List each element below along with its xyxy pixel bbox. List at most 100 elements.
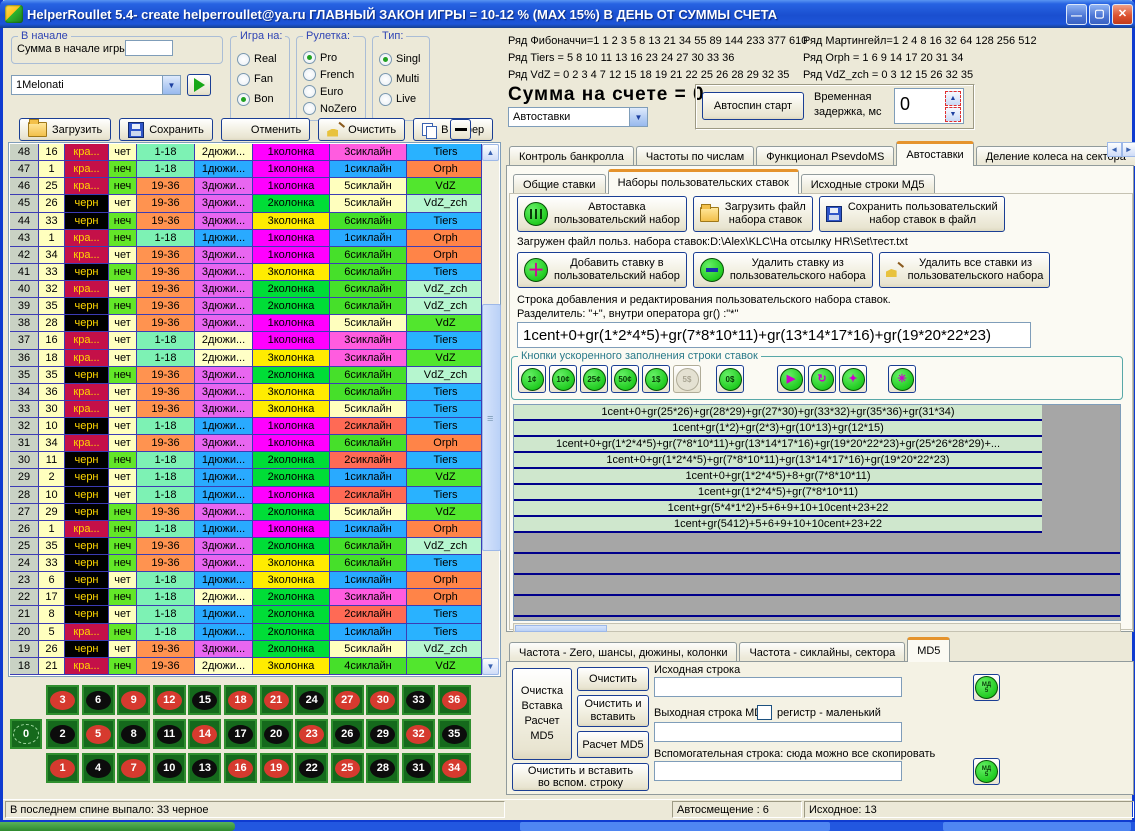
table-row[interactable]: 3535черннеч19-363дюжи...2колонка6сиклайн… (10, 367, 482, 384)
board-number-29[interactable]: 29 (366, 719, 399, 749)
tab-scroll-left-icon[interactable]: ◄ (1107, 142, 1122, 157)
start-sum-input[interactable] (125, 40, 173, 56)
table-row[interactable]: 261кра...неч1-181дюжи...1колонка1сиклайн… (10, 521, 482, 538)
board-number-25[interactable]: 25 (331, 753, 364, 783)
table-row[interactable]: 4133черннеч19-363дюжи...3колонка6сиклайн… (10, 264, 482, 281)
table-row[interactable]: 3210чернчет1-181дюжи...1колонка2сиклайнT… (10, 418, 482, 435)
board-number-19[interactable]: 19 (260, 753, 293, 783)
md5-clear-insert-calc-button[interactable]: Очистка Вставка Расчет MD5 (512, 668, 572, 760)
table-row[interactable]: 3134кра...чет19-363дюжи...1колонка6сикла… (10, 435, 482, 452)
set-button-2[interactable]: Сохранить пользовательский набор ставок … (819, 196, 1005, 232)
board-number-24[interactable]: 24 (295, 685, 328, 715)
quick-10cent-button[interactable]: 10¢ (549, 365, 577, 393)
spinner-up-icon[interactable]: ▲ (945, 91, 961, 106)
edit-button-2[interactable]: Удалить все ставки из пользовательского … (879, 252, 1051, 288)
table-row[interactable]: 471кра...неч1-181дюжи...1колонка1сиклайн… (10, 161, 482, 178)
board-number-17[interactable]: 17 (224, 719, 257, 749)
start-button-fragment[interactable] (0, 822, 235, 831)
bet-list-item[interactable]: 1cent+gr(5*4*1*2)+5+6+9+10+10cent+23+22 (514, 501, 1042, 517)
hscrollbar-thumb[interactable] (515, 625, 607, 632)
bottomtab-частота-сиклайны-сектора[interactable]: Частота - сиклайны, сектора (739, 642, 905, 662)
edit-button-1[interactable]: Удалить ставку из пользовательского набо… (693, 252, 873, 288)
chevron-down-icon[interactable]: ▼ (162, 76, 180, 94)
board-number-3[interactable]: 3 (46, 685, 79, 715)
board-number-1[interactable]: 1 (46, 753, 79, 783)
board-number-23[interactable]: 23 (295, 719, 328, 749)
board-number-26[interactable]: 26 (331, 719, 364, 749)
bet-list-item[interactable]: 1cent+0+gr(1*2*4*5)+gr(7*8*10*11)+gr(13*… (514, 453, 1042, 469)
chevron-down-icon[interactable]: ▼ (629, 108, 647, 126)
button-отменить[interactable]: Отменить (221, 118, 310, 141)
table-row[interactable]: 3618кра...чет1-182дюжи...3колонка3сиклай… (10, 350, 482, 367)
md5-aux-input[interactable] (654, 761, 902, 781)
board-number-30[interactable]: 30 (366, 685, 399, 715)
tab-автоставки[interactable]: Автоставки (896, 141, 973, 166)
quick-star-button[interactable]: ✦ (839, 365, 867, 393)
tab-scroll-right-icon[interactable]: ► (1122, 142, 1135, 157)
board-number-0[interactable]: 0 (10, 719, 42, 749)
table-row[interactable]: 2810чернчет1-181дюжи...1колонка2сиклайнT… (10, 487, 482, 504)
bet-list-item[interactable]: 1cent+0+gr(1*2*4*5)+gr(7*8*10*11)+gr(13*… (514, 437, 1042, 453)
table-row[interactable]: 3935черннеч19-363дюжи...2колонка6сиклайн… (10, 298, 482, 315)
table-row[interactable]: 3011черннеч1-181дюжи...2колонка2сиклайнT… (10, 452, 482, 469)
md5-calc-source-button[interactable]: МД 5 (973, 674, 1000, 701)
md5-calc-button[interactable]: Расчет MD5 (577, 731, 649, 758)
button-очистить[interactable]: Очистить (318, 118, 405, 141)
md5-output-input[interactable] (654, 722, 902, 742)
scrollbar-thumb[interactable] (482, 304, 501, 551)
quick-1cent-button[interactable]: 1¢ (518, 365, 546, 393)
table-row[interactable]: 4625кра...неч19-363дюжи...1колонка5сикла… (10, 178, 482, 195)
bet-list-item[interactable]: 1cent+0+gr(25*26)+gr(28*29)+gr(27*30)+gr… (514, 405, 1042, 421)
scroll-down-icon[interactable]: ▼ (482, 658, 499, 675)
spinner-down-icon[interactable]: ▼ (945, 107, 961, 122)
board-number-36[interactable]: 36 (438, 685, 471, 715)
table-row[interactable]: 3436кра...чет19-363дюжи...3колонка6сикла… (10, 384, 482, 401)
board-number-15[interactable]: 15 (188, 685, 221, 715)
board-number-34[interactable]: 34 (438, 753, 471, 783)
table-row[interactable]: 1821кра...неч19-362дюжи...3колонка4сикла… (10, 658, 482, 675)
table-row[interactable]: 1926чернчет19-363дюжи...2колонка5сиклайн… (10, 641, 482, 658)
radio-roul-euro[interactable]: Euro (303, 83, 363, 100)
md5-clear-button[interactable]: Очистить (577, 667, 649, 691)
scroll-up-icon[interactable]: ▲ (482, 144, 499, 161)
board-number-6[interactable]: 6 (82, 685, 115, 715)
bottomtab-md5[interactable]: MD5 (907, 637, 950, 662)
bottomtab-частота-zero-шансы-дюжины-колонки[interactable]: Частота - Zero, шансы, дюжины, колонки (509, 642, 737, 662)
md5-clear-aux-button[interactable]: Очистить и вставить во вспом. строку (512, 763, 649, 791)
radio-type-live[interactable]: Live (379, 89, 427, 109)
table-row[interactable]: 205кра...неч1-181дюжи...2колонка1сиклайн… (10, 624, 482, 641)
board-number-4[interactable]: 4 (82, 753, 115, 783)
radio-game-real[interactable]: Real (237, 49, 287, 69)
run-preset-button[interactable] (187, 74, 211, 96)
board-number-7[interactable]: 7 (117, 753, 150, 783)
taskbar-window-button[interactable] (943, 822, 1131, 831)
table-row[interactable]: 292чернчет1-181дюжи...2колонка1сиклайнVd… (10, 469, 482, 486)
subtab-исходные-строки-мд5[interactable]: Исходные строки МД5 (801, 174, 935, 194)
subtab-общие-ставки[interactable]: Общие ставки (513, 174, 606, 194)
md5-clear-insert-button[interactable]: Очистить и вставить (577, 695, 649, 727)
board-number-2[interactable]: 2 (46, 719, 79, 749)
close-button[interactable]: ✕ (1112, 4, 1133, 25)
bet-list-item[interactable]: 1cent+gr(5412)+5+6+9+10+10cent+23+22 (514, 517, 1042, 533)
board-number-14[interactable]: 14 (188, 719, 221, 749)
table-row[interactable]: 2729черннеч19-363дюжи...2колонка5сиклайн… (10, 504, 482, 521)
taskbar-window-button[interactable] (520, 822, 830, 831)
radio-type-singl[interactable]: Singl (379, 49, 427, 69)
board-number-5[interactable]: 5 (82, 719, 115, 749)
maximize-button[interactable]: ▢ (1089, 4, 1110, 25)
board-number-33[interactable]: 33 (402, 685, 435, 715)
board-number-8[interactable]: 8 (117, 719, 150, 749)
lowercase-checkbox[interactable] (757, 705, 772, 720)
quick-25cent-button[interactable]: 25¢ (580, 365, 608, 393)
table-row[interactable]: 3716кра...чет1-182дюжи...1колонка3сиклай… (10, 332, 482, 349)
edit-button-0[interactable]: ＋Добавить ставку в пользовательский набо… (517, 252, 687, 288)
board-number-12[interactable]: 12 (153, 685, 186, 715)
board-number-22[interactable]: 22 (295, 753, 328, 783)
table-row[interactable]: 2217черннеч1-182дюжи...2колонка3сиклайнO… (10, 589, 482, 606)
button-сохранить[interactable]: Сохранить (119, 118, 213, 141)
subtab-наборы-пользовательских-ставок[interactable]: Наборы пользовательских ставок (608, 169, 799, 194)
table-row[interactable]: 218чернчет1-181дюжи...2колонка2сиклайнTi… (10, 606, 482, 623)
board-number-32[interactable]: 32 (402, 719, 435, 749)
preset-combobox[interactable]: 1Melonati ▼ (11, 75, 181, 95)
table-row[interactable]: 3828чернчет19-363дюжи...1колонка5сиклайн… (10, 315, 482, 332)
